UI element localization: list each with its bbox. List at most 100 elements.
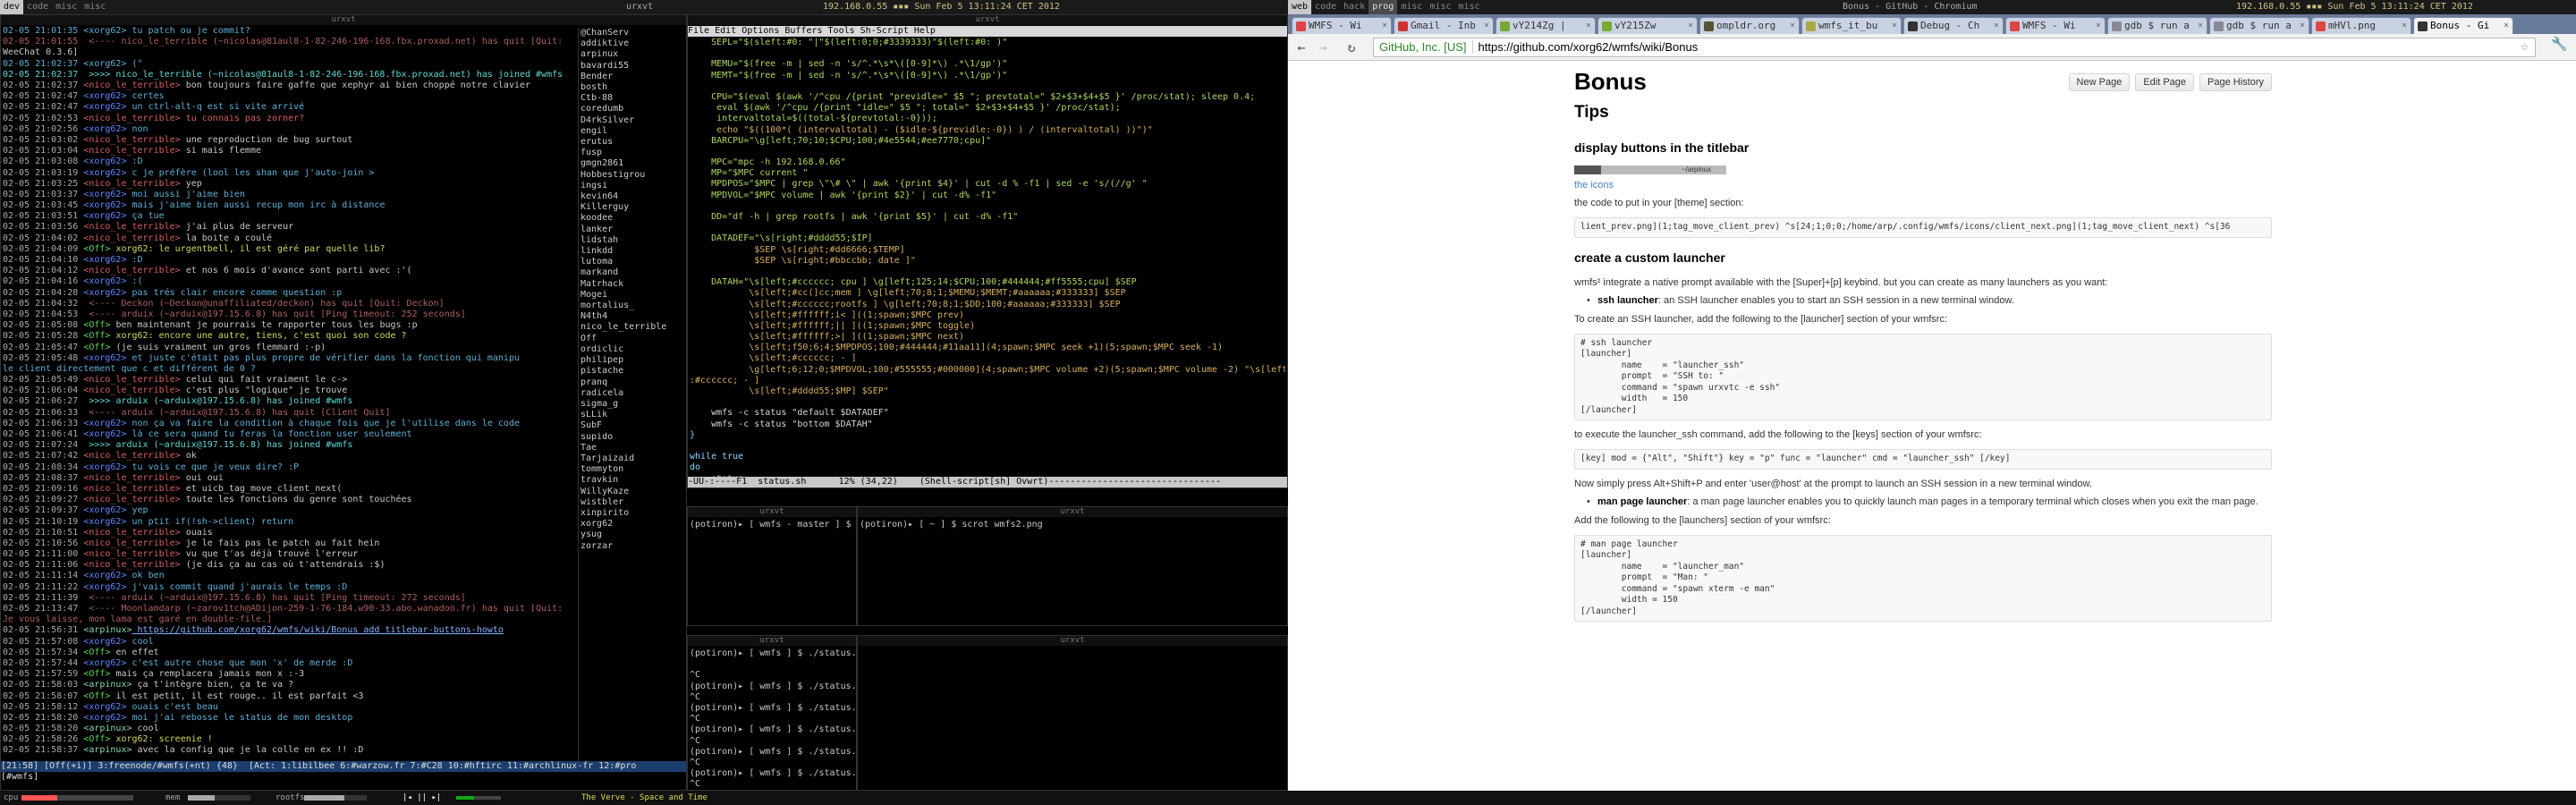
nick[interactable]: <---- xyxy=(83,408,115,418)
close-icon[interactable]: × xyxy=(2300,18,2305,34)
nick-item[interactable]: lutoma xyxy=(580,257,685,267)
nick[interactable]: <arpinux> xyxy=(83,625,131,635)
nick-item[interactable]: addiktive xyxy=(580,38,685,49)
nick-item[interactable]: wistbler xyxy=(580,497,685,508)
nick[interactable]: <nico_le_terrible> xyxy=(83,375,180,385)
nick-item[interactable]: Hobbestigrou xyxy=(580,170,685,181)
nick[interactable]: <nico_le_terrible> xyxy=(83,266,180,275)
nick[interactable]: <xorg62> xyxy=(83,255,126,265)
nick-item[interactable]: markand xyxy=(580,267,685,278)
nick-item[interactable]: coredumb xyxy=(580,104,685,114)
nick[interactable]: <Off> xyxy=(83,320,110,330)
player-controls[interactable]: |◂ || ▸| xyxy=(402,791,441,805)
tag-misc[interactable]: misc xyxy=(1426,0,1454,14)
nick-item[interactable]: Mogei xyxy=(580,290,685,301)
nick[interactable]: <xorg62> xyxy=(83,582,126,592)
nick[interactable]: >>>> xyxy=(83,396,110,406)
nick[interactable]: <nico_le_terrible> xyxy=(83,484,180,494)
nick[interactable]: <xorg62> xyxy=(83,713,126,723)
close-icon[interactable]: × xyxy=(2504,18,2509,34)
nick-item[interactable]: pranq xyxy=(580,377,685,388)
song-progress[interactable] xyxy=(456,796,501,800)
nick-item[interactable]: D4rkSilver xyxy=(580,115,685,126)
nick-item[interactable]: lanker xyxy=(580,225,685,235)
irc-terminal[interactable]: urxvt 02-05 21:01:35 <xorg62> tu patch o… xyxy=(0,14,687,791)
nick-item[interactable]: tommyton xyxy=(580,464,685,475)
browser-tab[interactable]: WMFS - Wi × xyxy=(1292,17,1392,34)
nick-item[interactable]: N4th4 xyxy=(580,311,685,322)
nick[interactable]: <xorg62> xyxy=(83,571,126,580)
nick-item[interactable]: @ChanServ xyxy=(580,28,685,38)
nick[interactable]: >>>> xyxy=(83,440,110,450)
back-button[interactable]: ← xyxy=(1293,39,1309,55)
nick-item[interactable]: radicela xyxy=(580,388,685,399)
nick[interactable]: <xorg62> xyxy=(83,353,126,363)
nick[interactable]: <nico_le_terrible> xyxy=(83,528,180,538)
new-page-button[interactable]: New Page xyxy=(2068,73,2131,91)
nick[interactable]: <xorg62> xyxy=(83,276,126,286)
nick-item[interactable]: ingsi xyxy=(580,181,685,191)
nick[interactable]: <arpinux> xyxy=(83,745,131,755)
nick-item[interactable]: sLLik xyxy=(580,410,685,420)
nick-item[interactable]: zorzar xyxy=(580,541,685,552)
tag-misc[interactable]: misc xyxy=(1455,0,1484,14)
close-icon[interactable]: × xyxy=(2402,18,2407,34)
reload-button[interactable]: ↻ xyxy=(1343,39,1360,55)
nick[interactable]: <nico_le_terrible> xyxy=(83,114,180,123)
browser-tab[interactable]: wmfs_it_bu × xyxy=(1801,17,1902,34)
nick[interactable]: <nico_le_terrible> xyxy=(83,560,180,570)
browser-tab[interactable]: ompldr.org × xyxy=(1699,17,1800,34)
nick[interactable]: <xorg62> xyxy=(83,157,126,166)
nick[interactable]: <Off> xyxy=(83,331,110,341)
nick-item[interactable]: Off xyxy=(580,334,685,344)
nick[interactable]: <xorg62> xyxy=(83,517,126,527)
nick[interactable]: <nico_le_terrible> xyxy=(83,473,180,483)
nick[interactable]: <nico_le_terrible> xyxy=(83,451,180,461)
nick-item[interactable]: travkin xyxy=(580,475,685,486)
tag-misc[interactable]: misc xyxy=(1397,0,1426,14)
nick[interactable]: <nico_le_terrible> xyxy=(83,495,180,504)
nick[interactable]: <xorg62> xyxy=(83,637,126,647)
nick[interactable]: <---- xyxy=(83,593,115,603)
browser-tab[interactable]: gdb $ run a × xyxy=(2107,17,2207,34)
browser-tab[interactable]: vY214Zg | × xyxy=(1496,17,1596,34)
nick[interactable]: <nico_le_terrible> xyxy=(83,80,180,90)
nick-item[interactable]: xorg62 xyxy=(580,519,685,530)
browser-tab[interactable]: Bonus - Gi × xyxy=(2413,17,2513,34)
emacs-buffer[interactable]: SEPL="$(sleft:#0: "|"$(left:0;0;#3339333… xyxy=(690,38,1285,485)
page-history-button[interactable]: Page History xyxy=(2199,73,2272,91)
tag-misc[interactable]: misc xyxy=(80,0,109,14)
nick[interactable]: <xorg62> xyxy=(83,102,126,112)
browser-tab[interactable]: mHVl.png × xyxy=(2311,17,2411,34)
nick-item[interactable]: ordiclic xyxy=(580,344,685,355)
nick-item[interactable]: bavardi55 xyxy=(580,61,685,72)
nick[interactable]: <nico_le_terrible> xyxy=(83,146,180,156)
nick-item[interactable]: gmgn2861 xyxy=(580,158,685,169)
nick[interactable]: <arpinux> xyxy=(83,680,131,690)
nick-item[interactable]: philipep xyxy=(580,355,685,366)
nick[interactable]: <Off> xyxy=(83,691,110,701)
irc-input-line[interactable]: [#wmfs] xyxy=(1,772,686,783)
nick-item[interactable]: ysug xyxy=(580,530,685,540)
nick[interactable]: <xorg62> xyxy=(83,124,126,134)
nick-item[interactable]: engil xyxy=(580,126,685,137)
terminal-scrot[interactable]: urxvt (potiron)▸ [ ~ ] $ scrot wmfs2.png xyxy=(857,506,1288,626)
nick-item[interactable]: pistache xyxy=(580,366,685,377)
nick[interactable]: <nico_le_terrible> xyxy=(83,233,180,243)
nick[interactable]: <nico_le_terrible> xyxy=(83,222,180,232)
nick-item[interactable]: koodee xyxy=(580,213,685,224)
nick[interactable]: <Off> xyxy=(83,244,110,254)
emacs-menubar[interactable]: File Edit Options Buffers Tools Sh-Scrip… xyxy=(688,26,1287,37)
nick-item[interactable]: supido xyxy=(580,432,685,443)
close-icon[interactable]: × xyxy=(1790,18,1795,34)
forward-button[interactable]: → xyxy=(1315,39,1331,55)
nick[interactable]: <xorg62> xyxy=(83,505,126,515)
close-icon[interactable]: × xyxy=(2096,18,2101,34)
nick[interactable]: <xorg62> xyxy=(83,702,126,712)
browser-tab[interactable]: Debug - Ch × xyxy=(1903,17,2004,34)
wrench-menu-icon[interactable]: 🔧 xyxy=(2551,36,2568,52)
nick-item[interactable]: bosth xyxy=(580,82,685,93)
terminal-wmfs-master[interactable]: urxvt (potiron)▸ [ wmfs - master ] $ mp xyxy=(687,506,857,626)
nick[interactable]: <---- xyxy=(83,309,115,319)
address-bar[interactable]: GitHub, Inc. [US] https://github.com/xorg… xyxy=(1373,38,2536,57)
